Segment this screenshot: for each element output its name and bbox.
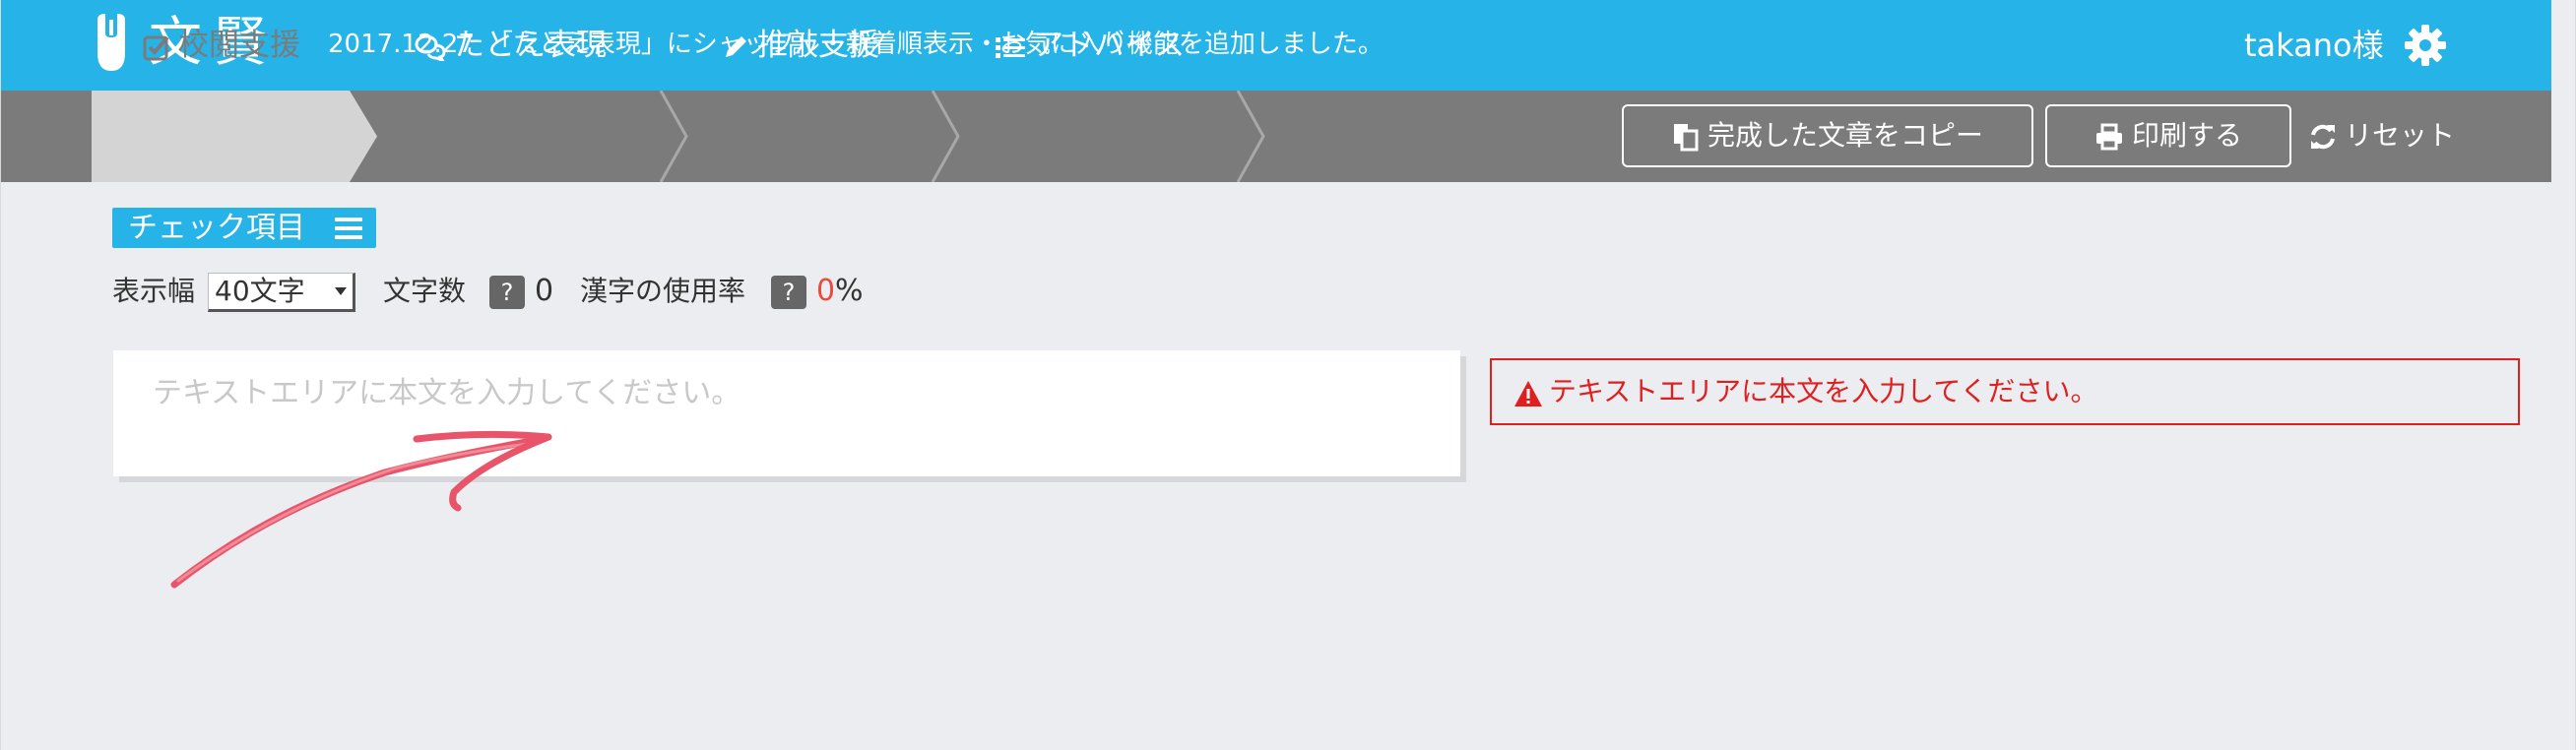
chevron-down-icon: [335, 287, 347, 295]
check-square-icon: [143, 35, 169, 60]
menu-icon: [335, 218, 362, 239]
kanji-ratio-value: 0: [816, 274, 836, 308]
tab-label: 校閲支援: [178, 28, 300, 63]
reset-button[interactable]: リセット: [2309, 104, 2455, 167]
check-items-toggle[interactable]: チェック項目: [112, 208, 376, 248]
step-chevron: [1236, 91, 1265, 182]
warning-icon: [1514, 381, 1542, 406]
pencil-icon: [726, 35, 746, 57]
tab-proofreading[interactable]: 校閲支援: [143, 0, 300, 92]
comments-icon: [415, 34, 446, 63]
logo-icon: [97, 14, 125, 71]
gear-icon[interactable]: [2404, 24, 2447, 67]
list-icon: [996, 36, 1025, 58]
tab-label: アドバイス: [1033, 28, 1186, 63]
error-alert: テキストエリアに本文を入力してください。: [1490, 358, 2520, 425]
app-page: 文賢 2017.12.27 「たとえ表現」にシャッフル・新着順表示・お気に入り機…: [0, 0, 2576, 750]
display-width-value: 40文字: [215, 275, 305, 307]
check-items-label: チェック項目: [128, 211, 305, 245]
copy-text-button[interactable]: 完成した文章をコピー: [1622, 104, 2033, 167]
tab-refinement[interactable]: 推敲支援: [722, 0, 879, 92]
copy-icon: [1673, 124, 1699, 152]
kanji-ratio-help-icon[interactable]: ?: [771, 276, 806, 309]
kanji-ratio-label: 漢字の使用率: [580, 275, 746, 307]
char-count-value: 0: [535, 274, 554, 308]
refresh-icon: [2311, 124, 2335, 150]
tab-label: たとえ表現: [454, 28, 607, 63]
print-button[interactable]: 印刷する: [2045, 104, 2291, 167]
hint-arrow-illustration: [170, 430, 552, 589]
tab-metaphor[interactable]: たとえ表現: [415, 0, 607, 92]
tab-advice[interactable]: アドバイス: [996, 0, 1185, 92]
error-message: テキストエリアに本文を入力してください。: [1549, 375, 2098, 407]
step-chevron: [659, 91, 688, 182]
char-count-label: 文字数: [383, 275, 467, 307]
print-icon: [2095, 123, 2122, 151]
step-chevron: [931, 91, 960, 182]
kanji-ratio-unit: %: [835, 274, 864, 308]
display-width-select[interactable]: 40文字: [208, 273, 355, 312]
tab-label: 推敲支援: [757, 28, 879, 63]
step-active-highlight: [92, 91, 377, 182]
char-count-help-icon[interactable]: ?: [489, 276, 525, 309]
top-header: 文賢 2017.12.27 「たとえ表現」にシャッフル・新着順表示・お気に入り機…: [1, 0, 2551, 91]
user-name[interactable]: takano様: [2244, 26, 2384, 65]
display-width-label: 表示幅: [112, 275, 196, 307]
